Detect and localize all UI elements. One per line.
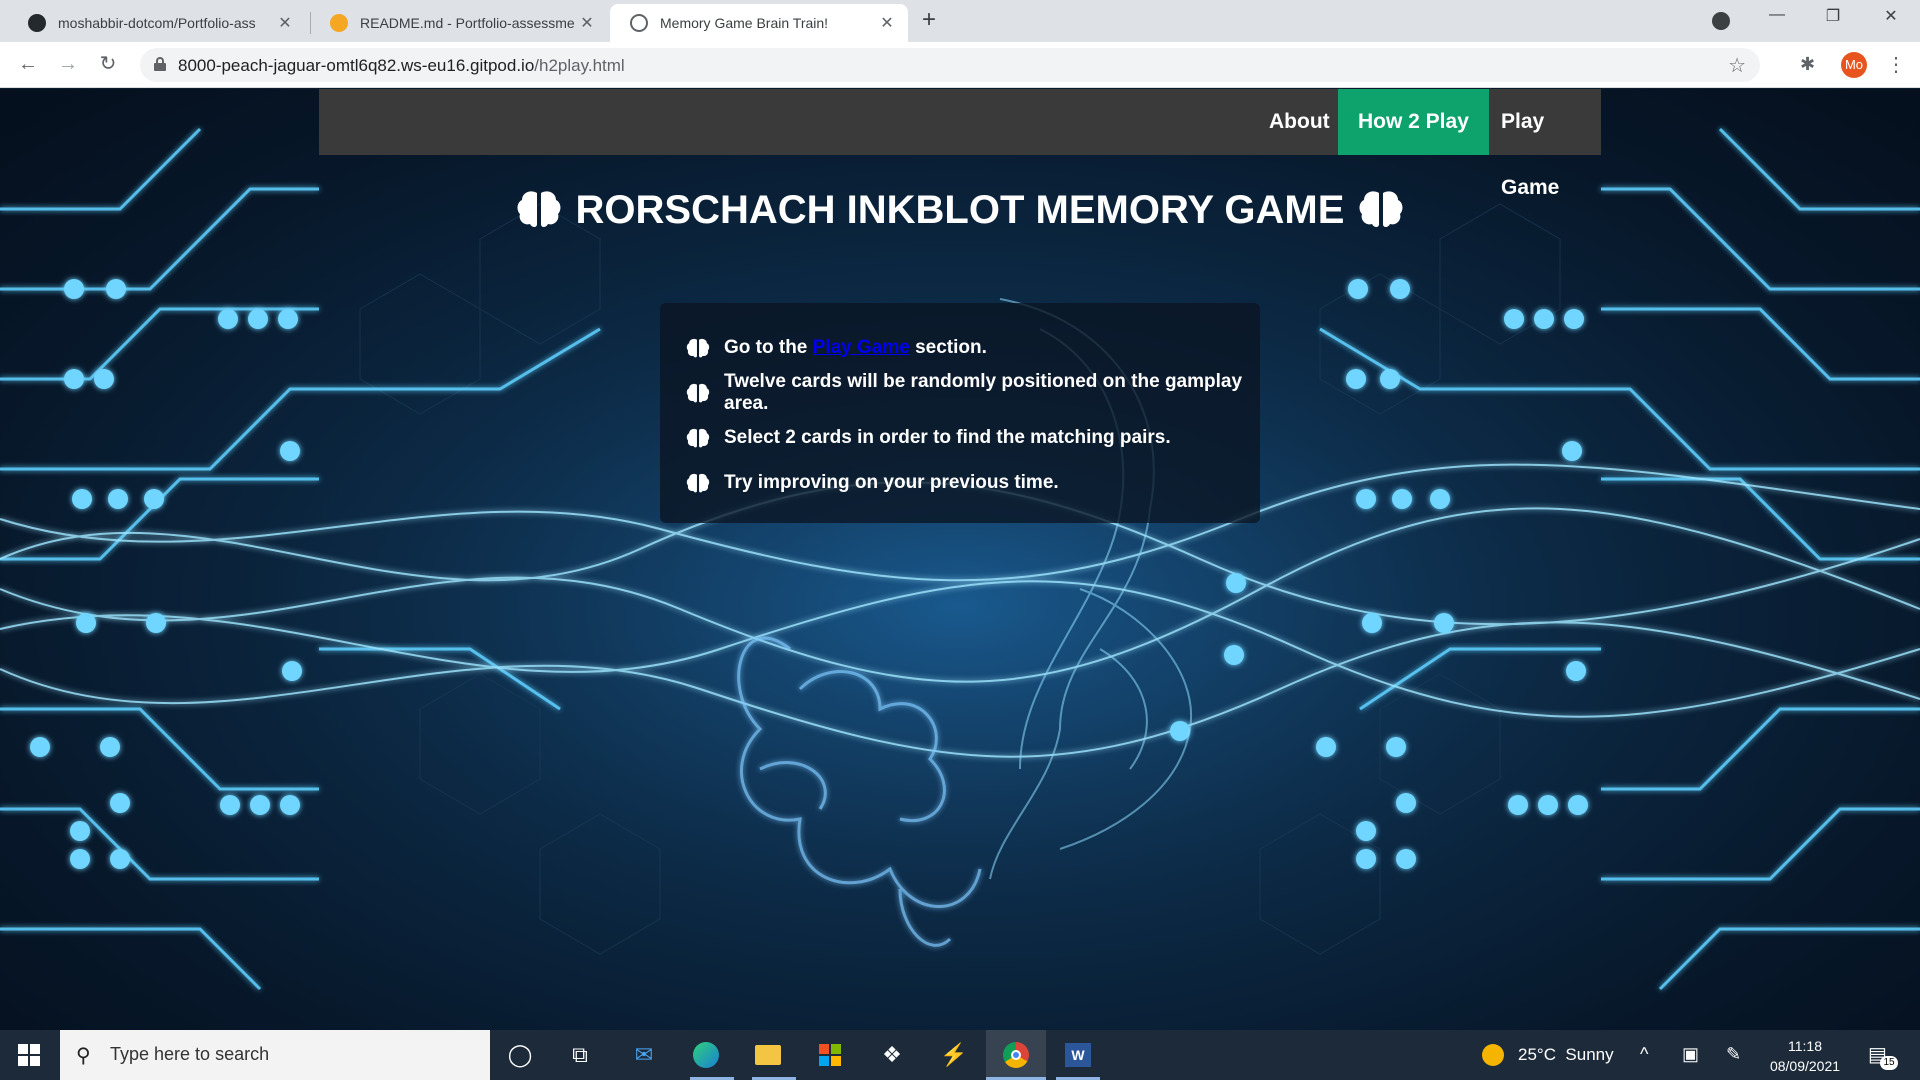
instruction-item: Try improving on your previous time. [686, 460, 1260, 505]
clock-time: 11:18 [1788, 1038, 1822, 1054]
tab-title: moshabbir-dotcom/Portfolio-ass [58, 15, 256, 31]
brain-bullet-icon [686, 428, 710, 447]
tab-github[interactable]: moshabbir-dotcom/Portfolio-ass ✕ [8, 4, 306, 42]
sun-icon [1482, 1044, 1504, 1066]
instruction-item: Twelve cards will be randomly positioned… [686, 370, 1260, 415]
windows-taskbar: ⚲ Type here to search ◯ ⧉ ✉ ❖ ⚡ W 25°C S… [0, 1030, 1920, 1080]
nav-how-to-play[interactable]: How 2 Play [1338, 89, 1489, 155]
tab-title: Memory Game Brain Train! [660, 15, 829, 31]
address-bar[interactable]: 8000-peach-jaguar-omtl6q82.ws-eu16.gitpo… [140, 48, 1760, 82]
store-icon[interactable] [814, 1040, 846, 1070]
play-game-link[interactable]: Play Game [813, 337, 910, 359]
page-viewport: About How 2 Play Play Game RORSCHACH INK… [0, 89, 1920, 1030]
taskbar-search[interactable]: ⚲ Type here to search [60, 1030, 490, 1080]
search-icon: ⚲ [76, 1045, 91, 1067]
avatar[interactable]: Mo [1841, 52, 1867, 78]
search-placeholder: Type here to search [110, 1044, 270, 1064]
reload-icon[interactable]: ↻ [94, 52, 122, 76]
pen-icon[interactable]: ✎ [1726, 1044, 1741, 1065]
notification-count-badge: 15 [1880, 1056, 1898, 1070]
instruction-text: Twelve cards will be randomly positioned… [724, 370, 1243, 414]
nav-play-game[interactable]: Play Game [1481, 89, 1601, 199]
word-icon[interactable]: W [1062, 1040, 1094, 1070]
system-clock[interactable]: 11:18 08/09/2021 [1760, 1036, 1850, 1076]
brain-bullet-icon [686, 473, 710, 492]
close-icon[interactable]: ✕ [878, 13, 896, 33]
browser-menu-icon[interactable]: ⋮ [1886, 52, 1906, 77]
browser-toolbar: ← → ↻ 8000-peach-jaguar-omtl6q82.ws-eu16… [0, 42, 1920, 88]
file-explorer-icon[interactable] [752, 1040, 784, 1070]
instruction-text: Try improving on your previous time. [724, 471, 1059, 493]
globe-icon [630, 14, 648, 32]
tab-readme[interactable]: README.md - Portfolio-assessme ✕ [310, 4, 608, 42]
instruction-text-after: section. [909, 336, 987, 358]
brain-bullet-icon [686, 338, 710, 357]
tab-title: README.md - Portfolio-assessme [360, 15, 575, 31]
brain-bullet-icon [686, 383, 710, 402]
instructions-panel: Go to the Play Game section. Twelve card… [660, 303, 1260, 523]
vscode-icon[interactable]: ⚡ [938, 1040, 970, 1070]
extensions-icon[interactable]: ✱ [1800, 54, 1815, 75]
clock-date: 08/09/2021 [1769, 1058, 1841, 1074]
back-icon[interactable]: ← [14, 52, 42, 76]
edge-icon[interactable] [690, 1040, 722, 1070]
github-icon [28, 14, 46, 32]
browser-tab-strip: moshabbir-dotcom/Portfolio-ass ✕ README.… [0, 0, 1920, 42]
bookmark-star-icon[interactable]: ☆ [1728, 53, 1746, 78]
tab-search-icon[interactable] [1712, 12, 1730, 30]
instruction-item: Go to the Play Game section. [686, 325, 1260, 370]
page-title: RORSCHACH INKBLOT MEMORY GAME [319, 184, 1601, 236]
gitpod-icon [330, 14, 348, 32]
forward-icon[interactable]: → [54, 52, 82, 76]
close-icon[interactable]: ✕ [276, 13, 294, 33]
restore-icon[interactable]: ❐ [1818, 6, 1848, 26]
tab-memory-game[interactable]: Memory Game Brain Train! ✕ [610, 4, 908, 42]
instruction-item: Select 2 cards in order to find the matc… [686, 415, 1260, 460]
instruction-text: Select 2 cards in order to find the matc… [724, 426, 1171, 448]
task-view-icon[interactable]: ⧉ [564, 1040, 596, 1070]
site-navbar: About How 2 Play Play Game [319, 89, 1601, 199]
chrome-icon[interactable] [1000, 1040, 1032, 1070]
brain-icon [517, 191, 561, 227]
dropbox-icon[interactable]: ❖ [876, 1040, 908, 1070]
url-text[interactable]: 8000-peach-jaguar-omtl6q82.ws-eu16.gitpo… [178, 56, 625, 76]
new-tab-button[interactable]: + [922, 8, 936, 32]
nav-about[interactable]: About [1249, 89, 1350, 155]
close-window-icon[interactable]: ✕ [1876, 6, 1906, 26]
cortana-icon[interactable]: ◯ [504, 1040, 536, 1070]
windows-start-icon[interactable] [18, 1044, 40, 1066]
meet-now-icon[interactable]: ▣ [1682, 1044, 1699, 1065]
page-title-text: RORSCHACH INKBLOT MEMORY GAME [575, 188, 1345, 232]
lock-icon[interactable] [154, 57, 166, 71]
weather-text: 25°C Sunny [1518, 1045, 1614, 1064]
show-hidden-icons-chevron-icon[interactable]: ^ [1640, 1044, 1648, 1065]
instruction-text-before: Go to the [724, 336, 813, 358]
mail-icon[interactable]: ✉ [628, 1040, 660, 1070]
brain-icon [1359, 191, 1403, 227]
minimize-icon[interactable]: — [1762, 6, 1792, 24]
close-icon[interactable]: ✕ [578, 13, 596, 33]
weather-widget[interactable]: 25°C Sunny [1482, 1044, 1614, 1066]
